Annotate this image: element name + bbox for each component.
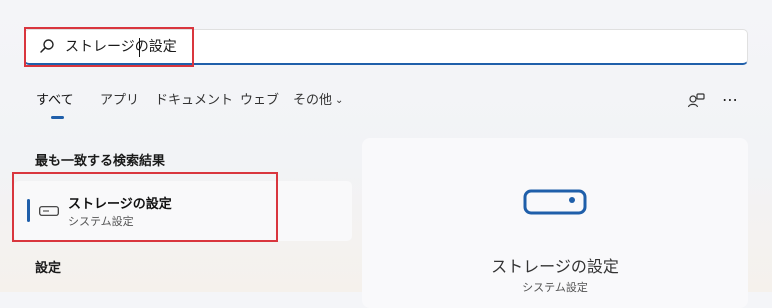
- chevron-down-icon: ⌄: [335, 95, 344, 106]
- tab-more-label: その他: [293, 93, 333, 108]
- tab-more[interactable]: その他 ⌄: [293, 92, 343, 110]
- best-match-heading: 最も一致する検索結果: [35, 154, 166, 169]
- result-highlight-box: [12, 172, 278, 242]
- search-highlight-box: [24, 27, 194, 67]
- account-icon[interactable]: [687, 92, 705, 110]
- drive-icon-large: [523, 189, 587, 215]
- tab-documents[interactable]: ドキュメント: [155, 92, 233, 110]
- preview-title: ストレージの設定: [491, 257, 619, 276]
- preview-subtitle: システム設定: [522, 281, 588, 294]
- tab-apps[interactable]: アプリ: [100, 92, 139, 110]
- settings-heading: 設定: [35, 261, 62, 276]
- tab-all[interactable]: すべて: [36, 92, 74, 110]
- tab-web[interactable]: ウェブ: [240, 92, 279, 110]
- more-icon[interactable]: ⋯: [722, 90, 739, 109]
- active-tab-indicator: [51, 116, 64, 119]
